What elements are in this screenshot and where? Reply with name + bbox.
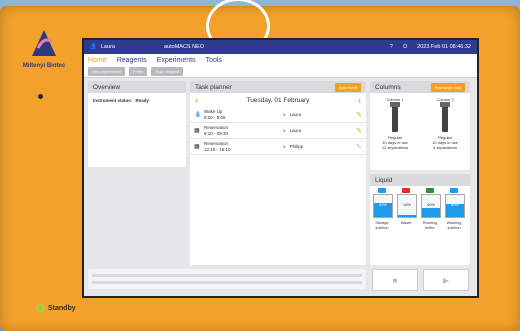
- brand-name: Miltenyi Biotec: [22, 63, 66, 69]
- planner-title: Task planner: [195, 83, 232, 91]
- user-name: Laura: [100, 44, 115, 50]
- chevron-right-icon[interactable]: ›: [358, 95, 361, 105]
- bottle-storage-solution[interactable]: 62% Storage solution: [373, 188, 393, 230]
- scan-reagent-button[interactable]: Scan reagent: [151, 67, 184, 76]
- instrument-status: Instrument status: Ready: [93, 98, 150, 103]
- touch-screen: 👤 Laura autoMACS NEO ? ⏻ 2023 Feb 01 08:…: [82, 38, 479, 298]
- new-experiment-button[interactable]: New experiment: [88, 67, 125, 76]
- user-icon: ☺: [282, 128, 287, 133]
- user-menu[interactable]: 👤 Laura: [90, 44, 160, 50]
- column-1[interactable]: Column 1 Regular 10 days in use 12 separ…: [376, 97, 414, 150]
- liquid-title: Liquid: [375, 176, 393, 184]
- bottle-running-buffer[interactable]: 40% Running buffer: [421, 188, 441, 230]
- stop-icon: ■: [392, 275, 398, 285]
- overview-panel: Overview Instrument status: Ready: [88, 81, 186, 167]
- tab-tools[interactable]: Tools: [206, 57, 222, 64]
- top-bar: 👤 Laura autoMACS NEO ? ⏻ 2023 Feb 01 08:…: [84, 40, 477, 54]
- overview-title: Overview: [93, 83, 121, 91]
- datetime: 2023 Feb 01 08:46:32: [417, 44, 471, 50]
- tab-home[interactable]: Home: [88, 57, 107, 64]
- sensor-dot: [38, 94, 43, 99]
- chevron-left-icon[interactable]: ‹: [195, 95, 198, 105]
- tab-reagents[interactable]: Reagents: [117, 57, 147, 64]
- task-planner-panel: Task planner Add event ‹ Tuesday, 01 Feb…: [190, 81, 366, 265]
- instrument-housing: Miltenyi Biotec Standby 👤 Laura autoMACS…: [0, 0, 520, 331]
- user-icon: ☺: [282, 144, 287, 149]
- stop-button[interactable]: ■: [372, 269, 418, 291]
- drop-icon: 💧: [194, 112, 202, 118]
- planner-date: Tuesday, 01 February: [246, 96, 310, 104]
- status-value: Ready: [135, 98, 150, 103]
- action-bar: New experiment Prime Scan reagent: [84, 66, 477, 78]
- bottle-cap-icon: [426, 188, 434, 193]
- task-row[interactable]: ▦ Reservation 8:10 - 09:30 ☺ Laura ✎: [190, 123, 366, 139]
- add-event-button[interactable]: Add event: [334, 82, 361, 92]
- task-row[interactable]: 💧 Wake Up 8:00 - 8:05 ☺ Laura ✎: [190, 107, 366, 123]
- column-icon: [440, 102, 450, 132]
- calendar-icon: ▦: [194, 128, 200, 134]
- standby-label: Standby: [48, 305, 76, 312]
- edit-pencil-icon[interactable]: ✎: [356, 111, 362, 119]
- standby-indicator: Standby: [38, 305, 76, 312]
- progress-track: [92, 281, 362, 284]
- calendar-icon: ▦: [194, 144, 200, 150]
- date-navigator: ‹ Tuesday, 01 February ›: [190, 93, 366, 107]
- power-icon[interactable]: ⏻: [403, 44, 407, 51]
- exchange-now-button[interactable]: Exchange now: [430, 82, 465, 92]
- standby-led-icon: [38, 306, 43, 311]
- progress-area: [88, 269, 366, 289]
- help-icon[interactable]: ?: [390, 44, 393, 50]
- bottle-cap-icon: [378, 188, 386, 193]
- task-row[interactable]: ▦ Reservation 12:10 - 16:10 ☺ Philipp ✎: [190, 139, 366, 155]
- brand-logo-icon: [32, 30, 56, 56]
- prime-button[interactable]: Prime: [128, 67, 148, 76]
- main-menu: Home Reagents Experiments Tools: [84, 54, 477, 66]
- play-icon: ▶: [442, 275, 450, 285]
- model-name: autoMACS NEO: [164, 44, 205, 50]
- user-icon: ☺: [282, 112, 287, 117]
- bottle-waste[interactable]: 10% Waste: [397, 188, 417, 226]
- liquid-panel: Liquid 62% Storage solution 10% Waste 40…: [370, 174, 470, 265]
- column-2[interactable]: Column 2 Regular 10 days in use 8 separa…: [426, 97, 464, 150]
- bottle-washing-solution[interactable]: 60% Washing solution: [445, 188, 465, 230]
- columns-panel: Columns Exchange now Column 1 Regular 10…: [370, 81, 470, 170]
- column-icon: [390, 102, 400, 132]
- edit-pencil-icon[interactable]: ✎: [356, 143, 362, 151]
- tab-experiments[interactable]: Experiments: [157, 57, 196, 64]
- progress-track: [92, 274, 362, 277]
- columns-title: Columns: [375, 83, 401, 91]
- edit-pencil-icon[interactable]: ✎: [356, 127, 362, 135]
- brand-logo: Miltenyi Biotec: [14, 28, 74, 69]
- play-button[interactable]: ▶: [423, 269, 469, 291]
- bottle-cap-icon: [402, 188, 410, 193]
- bottle-cap-icon: [450, 188, 458, 193]
- user-icon: 👤: [90, 44, 97, 50]
